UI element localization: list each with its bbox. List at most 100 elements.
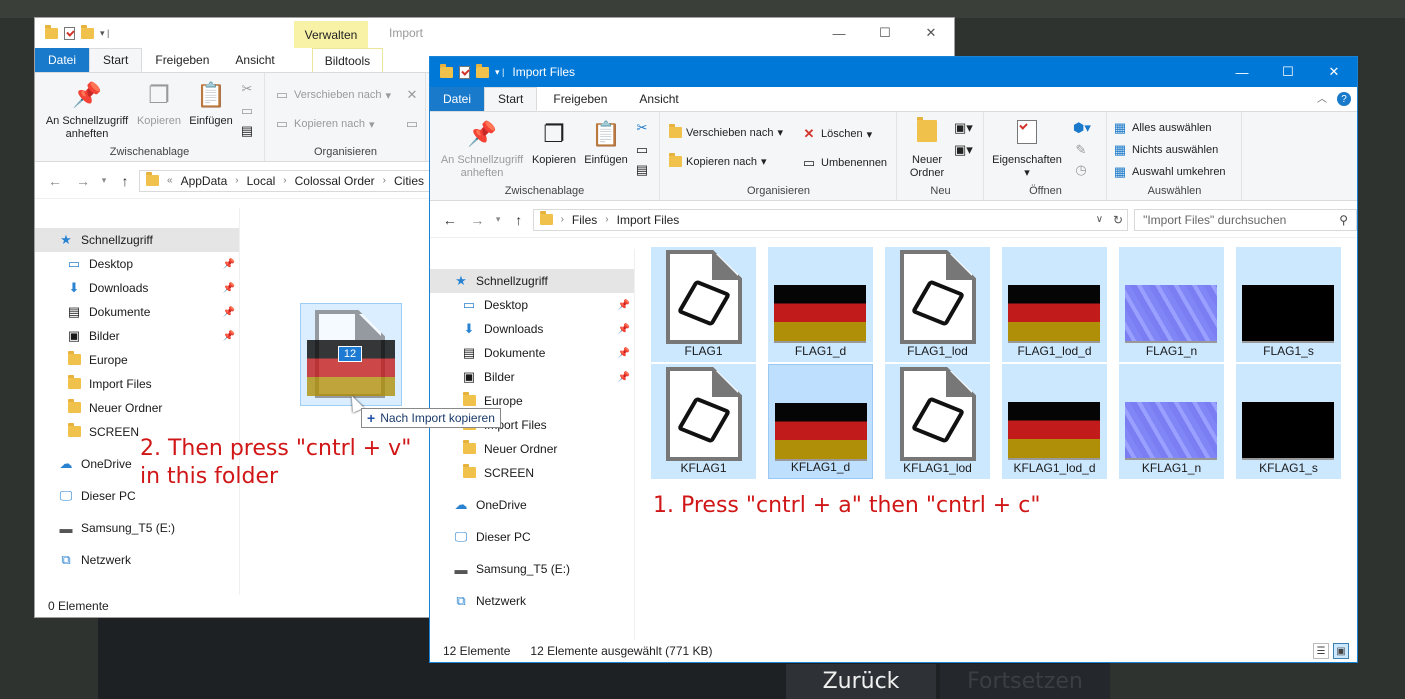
sidebar-item-downloads[interactable]: ⬇ Downloads 📌 xyxy=(430,317,634,341)
maximize-icon[interactable]: ☐ xyxy=(862,18,908,48)
file-item-flag1-lod-d[interactable]: FLAG1_lod_d xyxy=(1002,247,1107,362)
edit-icon[interactable]: ✎ xyxy=(1073,142,1089,158)
cut-icon[interactable]: ✂ xyxy=(634,120,650,136)
file-item-kflag1-n[interactable]: KFLAG1_n xyxy=(1119,364,1224,479)
pin-icon[interactable]: 📌 xyxy=(618,372,630,383)
breadcrumb-local[interactable]: Local xyxy=(247,174,276,188)
tab-start[interactable]: Start xyxy=(89,48,143,72)
easy-access-icon[interactable]: ▣▾ xyxy=(954,142,973,158)
back-arrow-icon[interactable]: ← xyxy=(436,212,464,228)
sidebar-item-dokumente[interactable]: ▤ Dokumente 📌 xyxy=(430,341,634,365)
copy-path-icon[interactable]: ▭ xyxy=(634,142,650,158)
pin-icon[interactable]: 📌 xyxy=(223,307,235,318)
delete-icon[interactable]: ✕ xyxy=(404,87,420,103)
breadcrumb-colossal-order[interactable]: Colossal Order xyxy=(295,174,375,188)
file-item-flag1-lod[interactable]: FLAG1_lod xyxy=(885,247,990,362)
sidebar-item-samsung-t5-e[interactable]: ▬ Samsung_T5 (E:) xyxy=(430,557,634,581)
paste-button[interactable]: 📋 Einfügen xyxy=(185,81,237,128)
file-item-kflag1[interactable]: KFLAG1 xyxy=(651,364,756,479)
sidebar-item-bilder[interactable]: ▣ Bilder 📌 xyxy=(430,365,634,389)
pin-icon[interactable]: 📌 xyxy=(618,300,630,311)
file-item-flag1-d[interactable]: FLAG1_d xyxy=(768,247,873,362)
tab-datei[interactable]: Datei xyxy=(35,48,90,72)
paste-button[interactable]: 📋 Einfügen xyxy=(580,120,632,167)
sidebar-item-europe[interactable]: Europe xyxy=(35,348,239,372)
copy-button[interactable]: ❐ Kopieren xyxy=(135,81,183,128)
new-folder-button[interactable]: Neuer Ordner xyxy=(902,117,952,180)
sidebar-item-netzwerk[interactable]: ⧉ Netzwerk xyxy=(430,589,634,613)
chevron-down-icon[interactable]: ▾ xyxy=(97,175,111,186)
properties-button[interactable]: Eigenschaften ▾ xyxy=(989,120,1065,180)
file-item-flag1-n[interactable]: FLAG1_n xyxy=(1119,247,1224,362)
pin-button[interactable]: 📌 An Schnellzugriff anheften xyxy=(39,81,135,141)
paste-shortcut-icon[interactable]: ▤ xyxy=(634,162,650,178)
large-icons-view-icon[interactable]: ▣ xyxy=(1333,643,1349,659)
sidebar-item-neuer-ordner[interactable]: Neuer Ordner xyxy=(430,437,634,461)
sidebar-item-samsung-t5-e[interactable]: ▬ Samsung_T5 (E:) xyxy=(35,516,239,540)
breadcrumb-appdata[interactable]: AppData xyxy=(181,174,228,188)
copy-path-icon[interactable]: ▭ xyxy=(239,103,255,119)
sidebar-item-schnellzugriff[interactable]: ★ Schnellzugriff xyxy=(430,269,634,293)
copy-button[interactable]: ❐ Kopieren xyxy=(530,120,578,167)
history-icon[interactable]: ◷ xyxy=(1073,162,1089,178)
collapse-ribbon-icon[interactable]: ︿ xyxy=(1317,90,1327,105)
breadcrumb-cities[interactable]: Cities xyxy=(394,174,424,188)
properties-icon[interactable] xyxy=(459,65,470,79)
close-icon[interactable]: ✕ xyxy=(1311,57,1357,87)
customize-arrow-icon[interactable]: ▾ | xyxy=(495,67,504,78)
tab-start[interactable]: Start xyxy=(484,87,538,111)
sidebar-item-dieser-pc[interactable]: 🖵 Dieser PC xyxy=(430,525,634,549)
file-item-kflag1-s[interactable]: KFLAG1_s xyxy=(1236,364,1341,479)
copy-to-button[interactable]: ▭ Kopieren nach ▾ xyxy=(274,116,375,132)
move-to-button[interactable]: ▭ Verschieben nach ▾ xyxy=(274,87,391,103)
tab-freigeben[interactable]: Freigeben xyxy=(537,87,623,111)
sidebar-item-schnellzugriff[interactable]: ★ Schnellzugriff xyxy=(35,228,239,252)
new-folder-icon[interactable] xyxy=(81,24,94,39)
select-none-button[interactable]: ▦ Nichts auswählen xyxy=(1112,142,1218,158)
details-view-icon[interactable]: ☰ xyxy=(1313,643,1329,659)
file-item-kflag1-lod[interactable]: KFLAG1_lod xyxy=(885,364,990,479)
pin-icon[interactable]: 📌 xyxy=(223,331,235,342)
paste-shortcut-icon[interactable]: ▤ xyxy=(239,123,255,139)
tab-bildtools[interactable]: Bildtools xyxy=(311,48,384,72)
address-bar[interactable]: « AppData › Local › Colossal Order › Cities xyxy=(139,169,439,192)
minimize-icon[interactable]: — xyxy=(816,18,862,48)
new-item-icon[interactable]: ▣▾ xyxy=(954,120,973,136)
close-icon[interactable]: ✕ xyxy=(908,18,954,48)
customize-arrow-icon[interactable]: ▾ | xyxy=(100,28,109,39)
search-input[interactable]: "Import Files" durchsuchen ⚲ xyxy=(1134,208,1357,231)
sidebar-item-netzwerk[interactable]: ⧉ Netzwerk xyxy=(35,548,239,572)
delete-button[interactable]: ✕ Löschen ▾ xyxy=(801,126,873,142)
address-bar[interactable]: › Files › Import Files ∨ ↻ xyxy=(532,208,1129,231)
file-item-kflag1-lod-d[interactable]: KFLAG1_lod_d xyxy=(1002,364,1107,479)
sidebar-item-import-files[interactable]: Import Files xyxy=(35,372,239,396)
rename-button[interactable]: ▭ Umbenennen xyxy=(801,155,887,171)
minimize-icon[interactable]: — xyxy=(1219,57,1265,87)
pin-button[interactable]: 📌 An Schnellzugriff anheften xyxy=(434,120,530,180)
back-button[interactable]: Zurück xyxy=(786,664,936,699)
continue-button[interactable]: Fortsetzen xyxy=(940,664,1110,699)
file-item-flag1[interactable]: FLAG1 xyxy=(651,247,756,362)
sidebar-item-screen[interactable]: SCREEN xyxy=(430,461,634,485)
tab-freigeben[interactable]: Freigeben xyxy=(142,48,222,72)
tab-ansicht[interactable]: Ansicht xyxy=(623,87,694,111)
copy-to-button[interactable]: Kopieren nach ▾ xyxy=(669,153,766,168)
pin-icon[interactable]: 📌 xyxy=(618,348,630,359)
up-arrow-icon[interactable]: ↑ xyxy=(111,173,139,189)
cut-icon[interactable]: ✂ xyxy=(239,81,255,97)
move-to-button[interactable]: Verschieben nach ▾ xyxy=(669,124,783,139)
rename-icon[interactable]: ▭ xyxy=(404,116,420,132)
breadcrumb-import-files[interactable]: Import Files xyxy=(617,213,680,227)
chevron-down-icon[interactable]: ▾ xyxy=(491,214,505,225)
tab-datei[interactable]: Datei xyxy=(430,87,485,111)
refresh-icon[interactable]: ↻ xyxy=(1113,213,1123,227)
new-folder-icon[interactable] xyxy=(476,63,489,78)
invert-selection-button[interactable]: ▦ Auswahl umkehren xyxy=(1112,164,1226,180)
tab-ansicht[interactable]: Ansicht xyxy=(222,48,287,72)
forward-arrow-icon[interactable]: → xyxy=(464,212,492,228)
file-item-flag1-s[interactable]: FLAG1_s xyxy=(1236,247,1341,362)
sidebar-item-onedrive[interactable]: ☁ OneDrive xyxy=(430,493,634,517)
up-arrow-icon[interactable]: ↑ xyxy=(505,212,533,228)
sidebar-item-desktop[interactable]: ▭ Desktop 📌 xyxy=(35,252,239,276)
sidebar-item-bilder[interactable]: ▣ Bilder 📌 xyxy=(35,324,239,348)
